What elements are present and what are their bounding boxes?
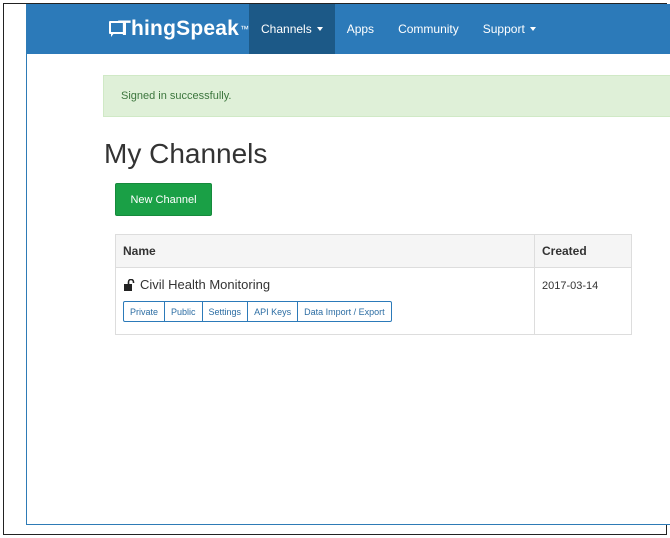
nav-apps-label: Apps — [346, 22, 375, 36]
trademark-symbol: ™ — [240, 24, 249, 34]
top-navbar: ThingSpeak ™ Channels Apps Community Sup… — [27, 4, 670, 54]
channel-actions: Private Public Settings API Keys Data Im… — [123, 301, 534, 322]
alert-message: Signed in successfully. — [121, 90, 232, 102]
new-channel-button[interactable]: New Channel — [115, 183, 212, 216]
settings-button[interactable]: Settings — [201, 301, 249, 322]
speech-bubble-icon — [109, 21, 126, 37]
channel-created-date: 2017-03-14 — [542, 280, 599, 292]
nav-channels[interactable]: Channels — [249, 4, 335, 54]
table-row: Civil Health Monitoring Private Public S… — [116, 268, 631, 334]
brand-logo[interactable]: ThingSpeak ™ — [109, 4, 249, 54]
private-button[interactable]: Private — [123, 301, 166, 322]
page-title: My Channels — [104, 138, 268, 169]
unlock-icon — [124, 278, 135, 291]
caret-down-icon — [529, 27, 536, 31]
channels-table: Name Created Civil Health Monitoring Pri… — [115, 234, 632, 335]
success-alert: Signed in successfully. — [103, 75, 670, 117]
channel-name-cell: Civil Health Monitoring Private Public S… — [116, 268, 535, 334]
table-header: Name Created — [116, 235, 631, 268]
browser-viewport: ThingSpeak ™ Channels Apps Community Sup… — [26, 4, 670, 525]
channel-name: Civil Health Monitoring — [140, 277, 271, 292]
nav-apps[interactable]: Apps — [335, 4, 386, 54]
channel-link[interactable]: Civil Health Monitoring — [123, 277, 534, 292]
public-button[interactable]: Public — [164, 301, 203, 322]
brand-name: ThingSpeak — [117, 17, 239, 40]
nav-support-label: Support — [482, 22, 525, 36]
window-frame: ThingSpeak ™ Channels Apps Community Sup… — [3, 3, 670, 535]
nav-support[interactable]: Support — [471, 4, 548, 54]
api-keys-button[interactable]: API Keys — [247, 301, 299, 322]
nav-community[interactable]: Community — [386, 4, 471, 54]
nav-channels-label: Channels — [261, 22, 312, 36]
column-header-created[interactable]: Created — [535, 235, 631, 267]
column-header-name[interactable]: Name — [116, 235, 535, 267]
nav-community-label: Community — [398, 22, 459, 36]
data-import-export-button[interactable]: Data Import / Export — [297, 301, 392, 322]
caret-down-icon — [316, 27, 323, 31]
